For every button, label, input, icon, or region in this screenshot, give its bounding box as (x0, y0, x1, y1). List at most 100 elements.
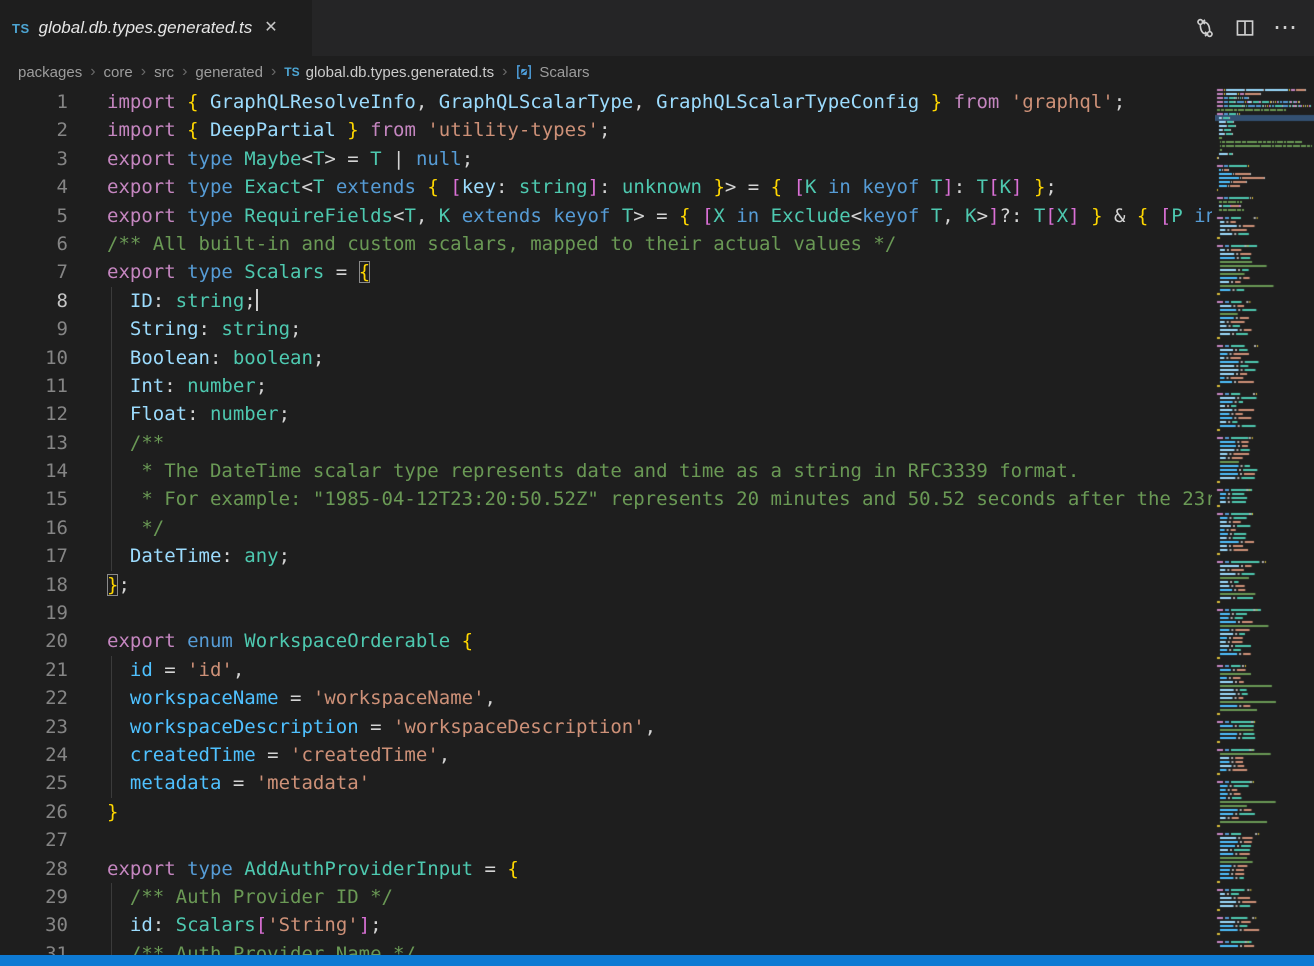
line-number[interactable]: 24 (0, 741, 68, 769)
indent-guide (111, 713, 112, 741)
breadcrumb-item-filename[interactable]: global.db.types.generated.ts (306, 64, 494, 81)
line-number[interactable]: 21 (0, 656, 68, 684)
indent-guide (111, 400, 112, 428)
editor[interactable]: import { GraphQLResolveInfo, GraphQLScal… (0, 88, 1314, 955)
indent-guide (111, 741, 112, 769)
indent-guide (111, 911, 112, 939)
gutter: 1234567891011121314151617181920212223242… (0, 88, 68, 955)
code-line[interactable]: /** All built-in and custom scalars, map… (0, 230, 1212, 258)
line-number[interactable]: 16 (0, 514, 68, 542)
code-line[interactable]: Int: number; (0, 372, 1212, 400)
indent-guide (111, 769, 112, 797)
code-line[interactable]: Boolean: boolean; (0, 344, 1212, 372)
status-bar (0, 955, 1314, 966)
code-line[interactable]: }; (0, 571, 1212, 599)
line-number[interactable]: 13 (0, 429, 68, 457)
code-line[interactable]: export type AddAuthProviderInput = { (0, 855, 1212, 883)
line-number[interactable]: 28 (0, 855, 68, 883)
code-line[interactable] (0, 826, 1212, 854)
code-line[interactable]: workspaceDescription = 'workspaceDescrip… (0, 713, 1212, 741)
indent-guide (111, 287, 112, 315)
line-number[interactable]: 14 (0, 457, 68, 485)
breadcrumb-item-src[interactable]: src (154, 64, 174, 81)
line-number[interactable]: 9 (0, 315, 68, 343)
code-line[interactable]: /** Auth Provider Name */ (0, 940, 1212, 955)
code-line[interactable]: ID: string; (0, 287, 1212, 315)
line-number[interactable]: 11 (0, 372, 68, 400)
code-line[interactable]: } (0, 798, 1212, 826)
line-number[interactable]: 6 (0, 230, 68, 258)
code-line[interactable]: export type Maybe<T> = T | null; (0, 145, 1212, 173)
line-number[interactable]: 23 (0, 713, 68, 741)
line-number[interactable]: 4 (0, 173, 68, 201)
code-line[interactable]: export enum WorkspaceOrderable { (0, 627, 1212, 655)
code-line[interactable]: String: string; (0, 315, 1212, 343)
line-number[interactable]: 8 (0, 287, 68, 315)
indent-guide (111, 485, 112, 513)
tab-global-db-types-generated-ts[interactable]: TS global.db.types.generated.ts ✕ (0, 0, 312, 56)
breadcrumb-separator: › (90, 63, 95, 81)
breadcrumb-separator: › (502, 63, 507, 81)
tab-title: global.db.types.generated.ts (39, 18, 253, 38)
line-number[interactable]: 27 (0, 826, 68, 854)
indent-guide (111, 514, 112, 542)
typescript-file-icon: TS (12, 21, 30, 36)
line-number[interactable]: 20 (0, 627, 68, 655)
line-number[interactable]: 30 (0, 911, 68, 939)
code-line[interactable]: export type Scalars = { (0, 258, 1212, 286)
tab-close-icon[interactable]: ✕ (264, 20, 277, 36)
editor-actions: ⋯ (1190, 0, 1314, 56)
minimap[interactable] (1215, 88, 1314, 955)
line-number[interactable]: 1 (0, 88, 68, 116)
breadcrumb-separator: › (271, 63, 276, 81)
line-number[interactable]: 18 (0, 571, 68, 599)
code-line[interactable]: */ (0, 514, 1212, 542)
breadcrumb-item-packages[interactable]: packages (18, 64, 82, 81)
code-line[interactable]: DateTime: any; (0, 542, 1212, 570)
code-line[interactable]: import { GraphQLResolveInfo, GraphQLScal… (0, 88, 1212, 116)
indent-guide (111, 542, 112, 570)
line-number[interactable]: 26 (0, 798, 68, 826)
code-line[interactable]: id: Scalars['String']; (0, 911, 1212, 939)
line-number[interactable]: 15 (0, 485, 68, 513)
indent-guide (111, 315, 112, 343)
more-actions-icon[interactable]: ⋯ (1270, 13, 1300, 43)
code-line[interactable]: /** (0, 429, 1212, 457)
code-line[interactable]: createdTime = 'createdTime', (0, 741, 1212, 769)
breadcrumb-separator: › (182, 63, 187, 81)
open-changes-icon[interactable] (1190, 13, 1220, 43)
breadcrumb-item-generated[interactable]: generated (195, 64, 263, 81)
split-editor-icon[interactable] (1230, 13, 1260, 43)
code-line[interactable]: export type Exact<T extends { [key: stri… (0, 173, 1212, 201)
breadcrumb-separator: › (141, 63, 146, 81)
line-number[interactable]: 10 (0, 344, 68, 372)
code-line[interactable]: Float: number; (0, 400, 1212, 428)
line-number[interactable]: 5 (0, 202, 68, 230)
line-number[interactable]: 22 (0, 684, 68, 712)
line-number[interactable]: 12 (0, 400, 68, 428)
code-line[interactable] (0, 599, 1212, 627)
code-line[interactable]: * For example: "1985-04-12T23:20:50.52Z"… (0, 485, 1212, 513)
code-line[interactable]: id = 'id', (0, 656, 1212, 684)
line-number[interactable]: 31 (0, 940, 68, 955)
code-line[interactable]: workspaceName = 'workspaceName', (0, 684, 1212, 712)
breadcrumb-item-scalars[interactable]: Scalars (539, 64, 589, 81)
line-number[interactable]: 19 (0, 599, 68, 627)
line-number[interactable]: 29 (0, 883, 68, 911)
line-number[interactable]: 3 (0, 145, 68, 173)
symbol-type-icon (515, 63, 533, 81)
code-line[interactable]: import { DeepPartial } from 'utility-typ… (0, 116, 1212, 144)
code-line[interactable]: /** Auth Provider ID */ (0, 883, 1212, 911)
line-number[interactable]: 2 (0, 116, 68, 144)
line-number[interactable]: 7 (0, 258, 68, 286)
code-lines: import { GraphQLResolveInfo, GraphQLScal… (0, 88, 1212, 955)
indent-guide (111, 372, 112, 400)
text-cursor (256, 289, 258, 311)
code-line[interactable]: export type RequireFields<T, K extends k… (0, 202, 1212, 230)
line-number[interactable]: 17 (0, 542, 68, 570)
code-line[interactable]: metadata = 'metadata' (0, 769, 1212, 797)
line-number[interactable]: 25 (0, 769, 68, 797)
indent-guide (111, 457, 112, 485)
code-line[interactable]: * The DateTime scalar type represents da… (0, 457, 1212, 485)
breadcrumb-item-core[interactable]: core (104, 64, 133, 81)
